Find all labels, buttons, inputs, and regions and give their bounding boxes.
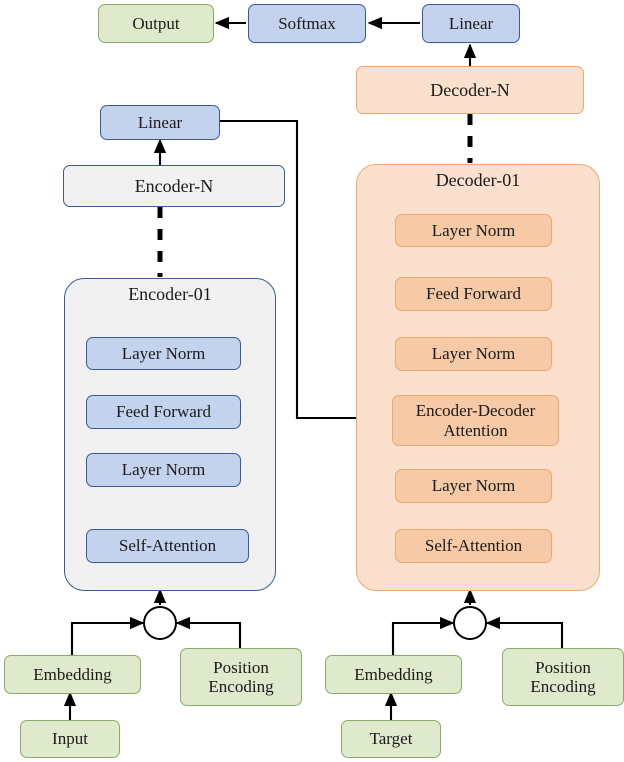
encoder-self-attention-label: Self-Attention (118, 536, 217, 556)
encoder-layer-norm-2-label: Layer Norm (121, 343, 206, 363)
decoder-layer-norm-1-label: Layer Norm (431, 476, 516, 496)
encoder-embedding-box: Embedding (4, 655, 141, 694)
encoder-position-encoding-box: Position Encoding (180, 648, 302, 706)
decoder-layer-norm-3-label: Layer Norm (431, 220, 516, 240)
encoder-decoder-attention-label: Encoder-Decoder Attention (415, 401, 536, 440)
encoder-layer-norm-1-label: Layer Norm (121, 460, 206, 480)
encoder-layer-norm-2: Layer Norm (86, 337, 241, 370)
encoder-01-title: Encoder-01 (128, 284, 212, 304)
decoder-position-encoding-label: Position Encoding (530, 657, 596, 696)
encoder-position-encoding-label: Position Encoding (208, 657, 274, 696)
output-label: Output (132, 13, 180, 33)
linear-output-box: Linear (422, 4, 520, 43)
transformer-architecture-diagram: Output Softmax Linear Decoder-N Decoder-… (0, 0, 624, 762)
softmax-box: Softmax (248, 4, 366, 43)
encoder-sum-node (143, 606, 177, 640)
softmax-label: Softmax (278, 13, 336, 33)
encoder-n-box: Encoder-N (63, 165, 285, 207)
encoder-feed-forward: Feed Forward (86, 395, 241, 429)
decoder-01-title: Decoder-01 (435, 170, 521, 190)
decoder-feed-forward: Feed Forward (395, 277, 552, 311)
target-box: Target (341, 720, 441, 758)
decoder-n-box: Decoder-N (356, 66, 584, 114)
encoder-feed-forward-label: Feed Forward (116, 402, 211, 422)
target-label: Target (369, 729, 413, 749)
decoder-position-encoding-box: Position Encoding (502, 648, 624, 706)
decoder-sum-node (453, 606, 487, 640)
decoder-feed-forward-label: Feed Forward (426, 284, 521, 304)
decoder-layer-norm-3: Layer Norm (395, 214, 552, 247)
decoder-self-attention-label: Self-Attention (424, 536, 523, 556)
encoder-layer-norm-1: Layer Norm (86, 453, 241, 487)
encoder-decoder-attention: Encoder-Decoder Attention (392, 395, 559, 446)
encoder-n-label: Encoder-N (134, 175, 214, 196)
decoder-embedding-label: Embedding (354, 664, 433, 684)
encoder-self-attention: Self-Attention (86, 529, 249, 563)
decoder-n-label: Decoder-N (430, 79, 510, 100)
input-label: Input (52, 729, 88, 749)
encoder-embedding-label: Embedding (33, 664, 112, 684)
decoder-self-attention: Self-Attention (395, 529, 552, 563)
encoder-linear-label: Linear (137, 112, 183, 132)
decoder-embedding-box: Embedding (325, 655, 462, 694)
encoder-linear-box: Linear (100, 105, 220, 140)
input-box: Input (20, 720, 120, 758)
linear-output-label: Linear (448, 13, 494, 33)
decoder-layer-norm-1: Layer Norm (395, 469, 552, 503)
decoder-layer-norm-2-label: Layer Norm (431, 344, 516, 364)
output-box: Output (98, 4, 214, 43)
decoder-layer-norm-2: Layer Norm (395, 337, 552, 371)
